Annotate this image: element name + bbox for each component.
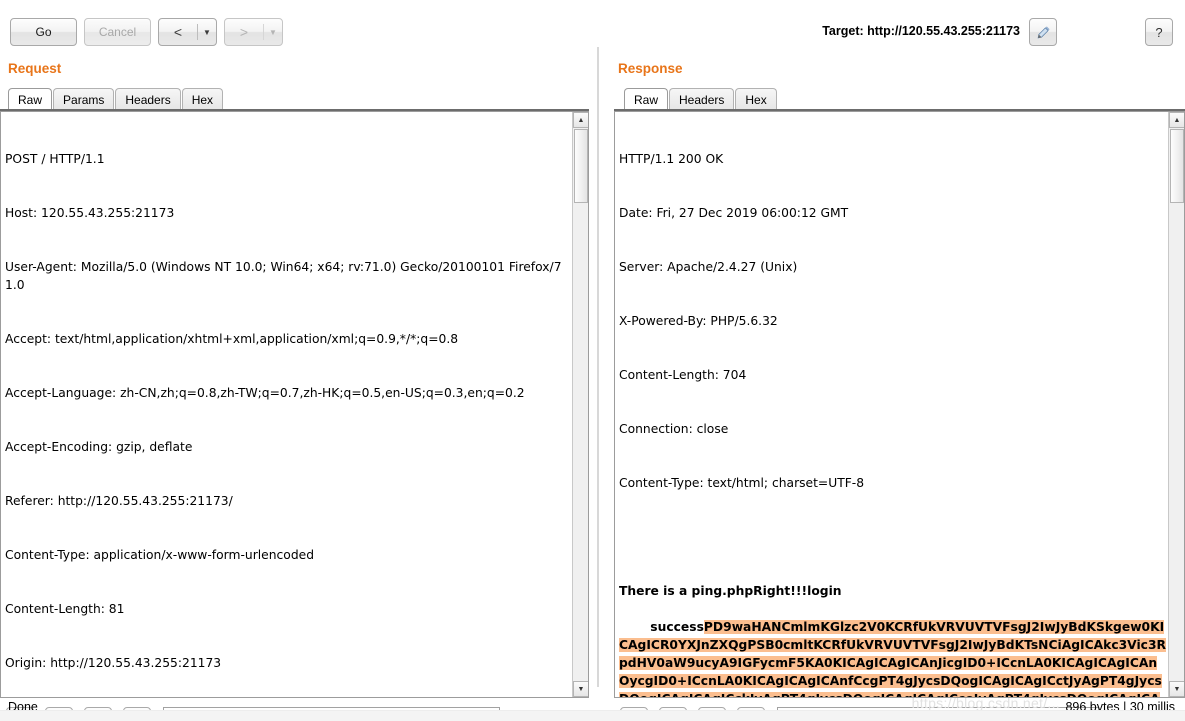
response-tabs: Raw Headers Hex (624, 88, 778, 110)
request-header-line: Content-Length: 81 (5, 602, 125, 616)
top-toolbar: Go Cancel < ▼ > ▼ Target: http://120.55.… (0, 0, 1185, 47)
request-tabs: Raw Params Headers Hex (8, 88, 224, 110)
response-header-line: HTTP/1.1 200 OK (619, 152, 724, 166)
tab-request-hex[interactable]: Hex (181, 88, 224, 110)
request-editor-scrollbar[interactable]: ▲ ▼ (572, 112, 588, 697)
cancel-button[interactable]: Cancel (84, 18, 151, 46)
burp-repeater-window: Go Cancel < ▼ > ▼ Target: http://120.55.… (0, 0, 1185, 721)
scroll-up-icon[interactable]: ▲ (573, 112, 588, 128)
response-header-line: Content-Type: text/html; charset=UTF-8 (619, 476, 865, 490)
response-header-line: Content-Length: 704 (619, 368, 747, 382)
request-message-editor[interactable]: POST / HTTP/1.1 Host: 120.55.43.255:2117… (0, 111, 589, 698)
scroll-down-icon[interactable]: ▼ (573, 681, 588, 697)
response-raw-text: HTTP/1.1 200 OK Date: Fri, 27 Dec 2019 0… (619, 114, 1167, 697)
response-message-editor[interactable]: HTTP/1.1 200 OK Date: Fri, 27 Dec 2019 0… (614, 111, 1185, 698)
forward-arrow-icon: > (239, 24, 249, 40)
request-header-line: Content-Type: application/x-www-form-url… (5, 548, 315, 562)
tab-request-headers[interactable]: Headers (115, 88, 181, 110)
forward-button[interactable]: > ▼ (224, 18, 283, 46)
bottom-strip (0, 710, 1185, 721)
scrollbar-thumb[interactable] (574, 129, 588, 203)
request-header-line: Origin: http://120.55.43.255:21173 (5, 656, 222, 670)
pane-divider (597, 47, 599, 687)
tab-request-raw[interactable]: Raw (8, 88, 53, 110)
tab-response-hex[interactable]: Hex (735, 88, 777, 110)
response-body-status: success (650, 620, 704, 634)
request-header-line: Host: 120.55.43.255:21173 (5, 206, 175, 220)
tab-response-raw[interactable]: Raw (624, 88, 669, 110)
request-header-line: Accept-Language: zh-CN,zh;q=0.8,zh-TW;q=… (5, 386, 525, 400)
response-editor-scrollbar[interactable]: ▲ ▼ (1168, 112, 1184, 697)
request-header-line: POST / HTTP/1.1 (5, 152, 105, 166)
response-body-message: There is a ping.phpRight!!!login (619, 584, 842, 598)
back-arrow-icon: < (173, 24, 183, 40)
scrollbar-thumb[interactable] (1170, 129, 1184, 203)
help-button[interactable]: ? (1145, 18, 1173, 46)
back-button[interactable]: < ▼ (158, 18, 217, 46)
response-header-line: Server: Apache/2.4.27 (Unix) (619, 260, 798, 274)
go-button[interactable]: Go (10, 18, 77, 46)
response-header-line: X-Powered-By: PHP/5.6.32 (619, 314, 778, 328)
response-header-line: Connection: close (619, 422, 729, 436)
request-title: Request (8, 61, 62, 76)
request-raw-text: POST / HTTP/1.1 Host: 120.55.43.255:2117… (5, 114, 571, 697)
response-header-line: Date: Fri, 27 Dec 2019 06:00:12 GMT (619, 206, 849, 220)
response-pane: Response Raw Headers Hex HTTP/1.1 200 OK… (606, 47, 1185, 721)
request-header-line: Accept-Encoding: gzip, deflate (5, 440, 193, 454)
chevron-down-icon[interactable]: ▼ (264, 19, 282, 45)
request-header-line: Accept: text/html,application/xhtml+xml,… (5, 332, 459, 346)
tab-request-params[interactable]: Params (53, 88, 115, 110)
request-pane: Request Raw Params Headers Hex POST / HT… (0, 47, 597, 721)
request-header-line: User-Agent: Mozilla/5.0 (Windows NT 10.0… (5, 260, 562, 292)
response-title: Response (618, 61, 683, 76)
scroll-up-icon[interactable]: ▲ (1169, 112, 1184, 128)
pencil-icon[interactable] (1029, 18, 1057, 46)
watermark: https://blog.csdn.net/... (911, 695, 1060, 711)
target-label: Target: http://120.55.43.255:21173 (822, 24, 1020, 38)
chevron-down-icon[interactable]: ▼ (198, 19, 216, 45)
tab-response-headers[interactable]: Headers (669, 88, 735, 110)
scroll-down-icon[interactable]: ▼ (1169, 681, 1184, 697)
request-header-line: Referer: http://120.55.43.255:21173/ (5, 494, 233, 508)
